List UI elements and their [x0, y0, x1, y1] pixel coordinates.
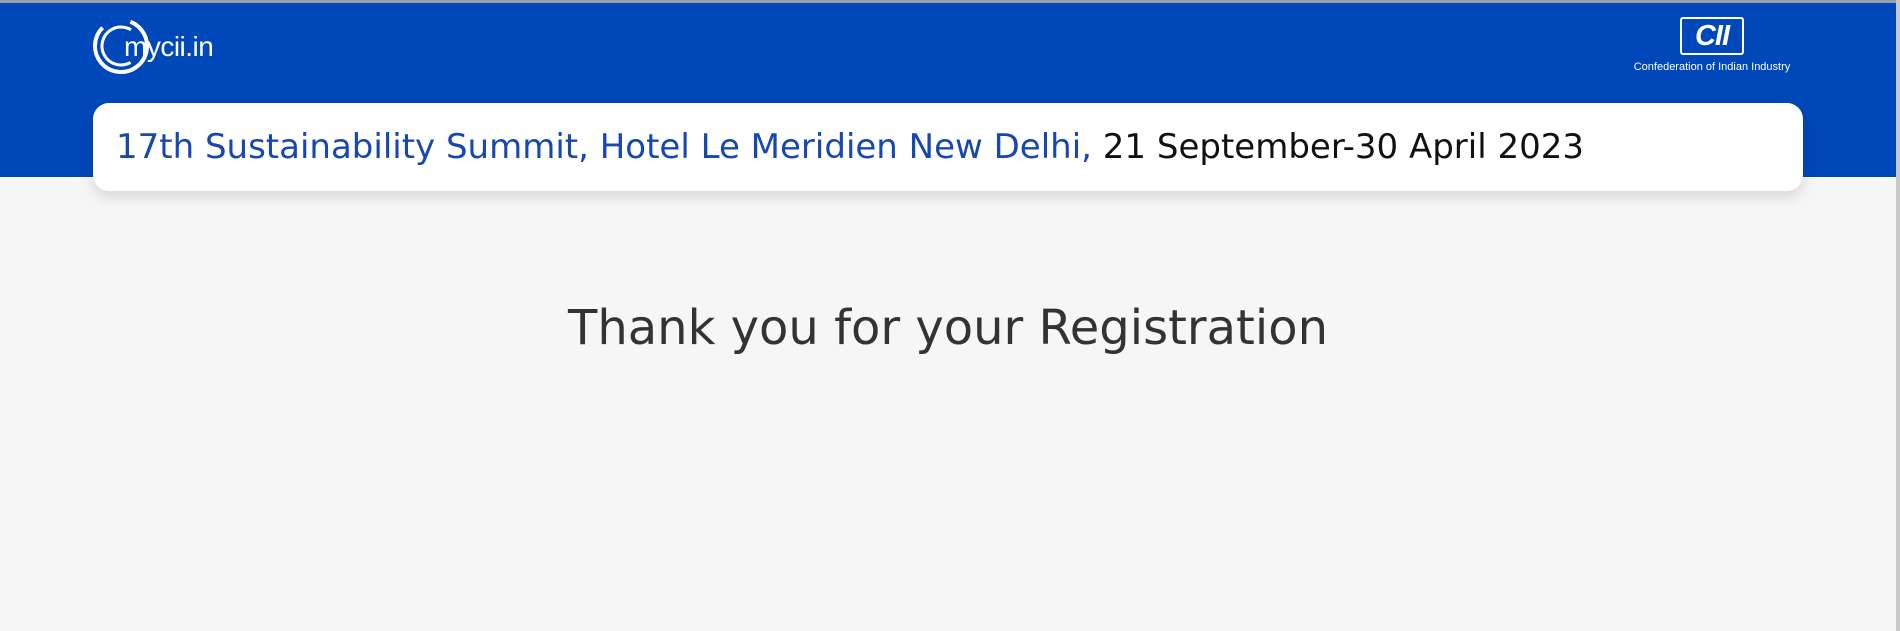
scrollbar-edge: [1896, 0, 1900, 631]
mycii-logo-text: mycii.in: [124, 31, 214, 62]
cii-logo[interactable]: CII Confederation of Indian Industry: [1622, 17, 1802, 73]
page: mycii.in CII Confederation of Indian Ind…: [0, 0, 1900, 631]
registration-confirmation-message: Thank you for your Registration: [568, 300, 1328, 356]
event-dates: 21 September-30 April 2023: [1102, 127, 1585, 167]
event-title-card: 17th Sustainability Summit, Hotel Le Mer…: [93, 103, 1803, 191]
cii-logo-mark: CII: [1680, 17, 1744, 55]
event-name: 17th Sustainability Summit, Hotel Le Mer…: [116, 127, 1082, 167]
mycii-logo[interactable]: mycii.in: [92, 15, 214, 77]
event-separator: ,: [1081, 127, 1092, 167]
cii-caption: Confederation of Indian Industry: [1633, 61, 1791, 73]
